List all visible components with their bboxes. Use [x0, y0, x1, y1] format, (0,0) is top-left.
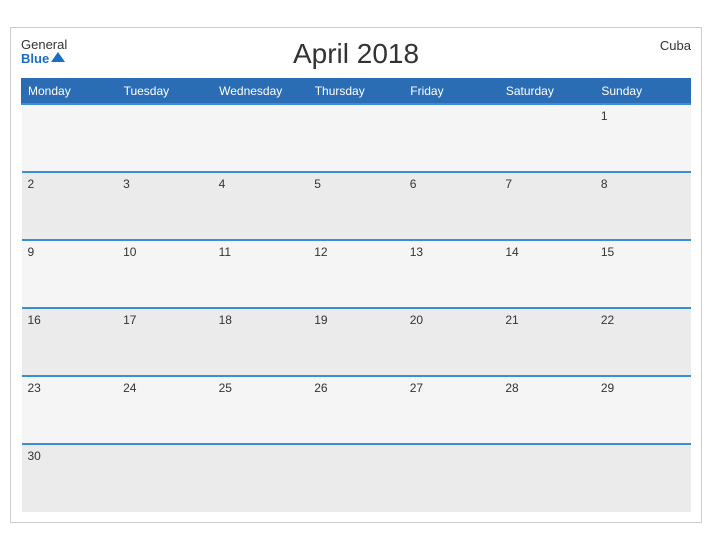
calendar-day-cell: 8 [595, 172, 691, 240]
calendar-week-row: 16 17 18 19 20 21 22 [22, 308, 691, 376]
calendar-day-cell [308, 104, 404, 172]
day-number: 27 [410, 381, 423, 395]
calendar-day-cell: 27 [404, 376, 500, 444]
day-number: 18 [219, 313, 232, 327]
day-number: 21 [505, 313, 518, 327]
day-number: 9 [28, 245, 35, 259]
calendar-grid: Monday Tuesday Wednesday Thursday Friday… [21, 78, 691, 512]
logo-general-text: General [21, 38, 67, 52]
weekday-saturday: Saturday [499, 79, 595, 105]
calendar-week-row: 23 24 25 26 27 28 29 [22, 376, 691, 444]
calendar-day-cell: 11 [213, 240, 309, 308]
day-number: 17 [123, 313, 136, 327]
day-number: 11 [219, 245, 231, 259]
calendar-day-cell: 4 [213, 172, 309, 240]
calendar-day-cell [404, 104, 500, 172]
calendar-day-cell: 15 [595, 240, 691, 308]
weekday-row: Monday Tuesday Wednesday Thursday Friday… [22, 79, 691, 105]
calendar-day-cell: 18 [213, 308, 309, 376]
calendar-week-row: 1 [22, 104, 691, 172]
day-number: 4 [219, 177, 226, 191]
day-number: 24 [123, 381, 136, 395]
calendar-day-cell: 24 [117, 376, 213, 444]
calendar-day-cell [595, 444, 691, 512]
calendar-header: General Blue April 2018 Cuba [21, 38, 691, 70]
calendar-day-cell [499, 104, 595, 172]
calendar-day-cell: 3 [117, 172, 213, 240]
calendar-day-cell: 30 [22, 444, 118, 512]
calendar-week-row: 9 10 11 12 13 14 15 [22, 240, 691, 308]
calendar-day-cell: 1 [595, 104, 691, 172]
calendar-day-cell [22, 104, 118, 172]
calendar-day-cell [117, 104, 213, 172]
calendar-day-cell: 12 [308, 240, 404, 308]
weekday-thursday: Thursday [308, 79, 404, 105]
calendar-day-cell: 10 [117, 240, 213, 308]
day-number: 8 [601, 177, 608, 191]
country-label: Cuba [660, 38, 691, 53]
calendar-day-cell: 25 [213, 376, 309, 444]
day-number: 6 [410, 177, 417, 191]
calendar-container: General Blue April 2018 Cuba Monday Tues… [10, 27, 702, 523]
day-number: 13 [410, 245, 423, 259]
calendar-week-row: 2 3 4 5 6 7 8 [22, 172, 691, 240]
calendar-day-cell [308, 444, 404, 512]
calendar-day-cell: 20 [404, 308, 500, 376]
calendar-day-cell [404, 444, 500, 512]
calendar-day-cell: 16 [22, 308, 118, 376]
logo-blue-text: Blue [21, 52, 49, 66]
weekday-sunday: Sunday [595, 79, 691, 105]
weekday-monday: Monday [22, 79, 118, 105]
calendar-week-row: 30 [22, 444, 691, 512]
day-number: 14 [505, 245, 518, 259]
calendar-day-cell: 29 [595, 376, 691, 444]
day-number: 22 [601, 313, 614, 327]
day-number: 1 [601, 109, 608, 123]
day-number: 29 [601, 381, 614, 395]
logo-triangle-icon [51, 52, 65, 62]
day-number: 7 [505, 177, 512, 191]
day-number: 26 [314, 381, 327, 395]
day-number: 28 [505, 381, 518, 395]
day-number: 15 [601, 245, 614, 259]
day-number: 25 [219, 381, 232, 395]
calendar-day-cell: 9 [22, 240, 118, 308]
day-number: 20 [410, 313, 423, 327]
day-number: 30 [28, 449, 41, 463]
day-number: 16 [28, 313, 41, 327]
calendar-title: April 2018 [293, 38, 419, 70]
weekday-tuesday: Tuesday [117, 79, 213, 105]
calendar-day-cell: 28 [499, 376, 595, 444]
calendar-day-cell: 6 [404, 172, 500, 240]
calendar-day-cell: 17 [117, 308, 213, 376]
calendar-day-cell [499, 444, 595, 512]
calendar-day-cell: 21 [499, 308, 595, 376]
day-number: 2 [28, 177, 35, 191]
day-number: 19 [314, 313, 327, 327]
calendar-day-cell: 19 [308, 308, 404, 376]
calendar-day-cell: 14 [499, 240, 595, 308]
calendar-day-cell: 5 [308, 172, 404, 240]
calendar-day-cell: 13 [404, 240, 500, 308]
calendar-body: 1234567891011121314151617181920212223242… [22, 104, 691, 512]
day-number: 3 [123, 177, 130, 191]
calendar-day-cell: 22 [595, 308, 691, 376]
weekday-wednesday: Wednesday [213, 79, 309, 105]
day-number: 23 [28, 381, 41, 395]
calendar-weekday-header: Monday Tuesday Wednesday Thursday Friday… [22, 79, 691, 105]
day-number: 12 [314, 245, 327, 259]
weekday-friday: Friday [404, 79, 500, 105]
calendar-day-cell: 26 [308, 376, 404, 444]
calendar-day-cell: 7 [499, 172, 595, 240]
day-number: 5 [314, 177, 321, 191]
calendar-day-cell: 23 [22, 376, 118, 444]
logo: General Blue [21, 38, 67, 67]
day-number: 10 [123, 245, 136, 259]
calendar-day-cell [117, 444, 213, 512]
calendar-day-cell [213, 104, 309, 172]
calendar-day-cell: 2 [22, 172, 118, 240]
calendar-day-cell [213, 444, 309, 512]
